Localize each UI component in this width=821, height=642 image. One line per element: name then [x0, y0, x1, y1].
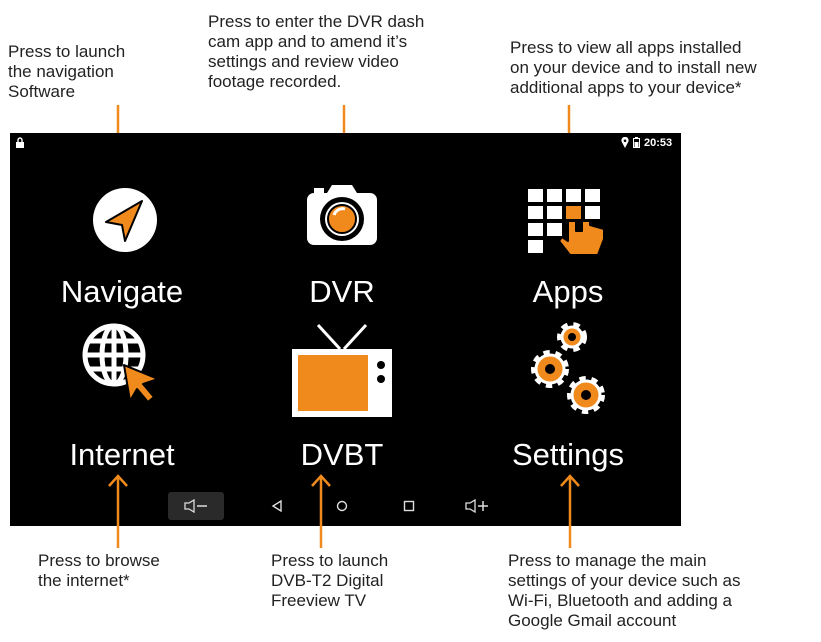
back-icon [271, 499, 282, 513]
app-label-dvr: DVR [309, 274, 375, 309]
tv-icon [292, 323, 392, 417]
gears-icon [531, 322, 605, 414]
callout-dvr: Press to enter the DVR dash cam app and … [208, 12, 425, 91]
app-dvbt[interactable]: DVBT [242, 319, 442, 479]
app-label-apps: Apps [532, 274, 604, 309]
home-button[interactable] [330, 492, 354, 520]
camera-icon [307, 185, 377, 245]
app-label-internet: Internet [69, 437, 175, 472]
app-apps[interactable]: Apps [468, 159, 668, 319]
navigation-arrow-icon [93, 188, 157, 252]
app-label-settings: Settings [511, 437, 624, 472]
app-label-dvbt: DVBT [300, 437, 384, 472]
app-dvr[interactable]: DVR [242, 159, 442, 319]
device-screen: 20:53 Navigate DVR Apps Internet DVBT Se… [10, 133, 681, 526]
callout-internet: Press to browse the internet* [38, 551, 160, 590]
arrow-dvbt [311, 474, 331, 548]
arrow-internet [108, 474, 128, 548]
recents-icon [403, 500, 415, 512]
app-grid-hand-icon [528, 189, 605, 256]
callout-dvbt: Press to launch DVB-T2 Digital Freeview … [271, 551, 389, 610]
location-icon [621, 137, 629, 148]
callout-navigate: Press to launch the navigation Software [8, 42, 126, 101]
lock-icon [16, 137, 24, 148]
globe-cursor-icon [82, 323, 159, 403]
status-time: 20:53 [644, 137, 673, 149]
app-settings[interactable]: Settings [468, 319, 668, 479]
battery-icon [633, 137, 640, 148]
status-bar: 20:53 [10, 133, 681, 153]
volume-down-button[interactable] [168, 492, 224, 520]
back-button[interactable] [265, 492, 289, 520]
volume-down-icon [184, 498, 207, 514]
app-label-navigate: Navigate [60, 274, 184, 309]
volume-up-icon [465, 498, 488, 514]
callout-apps: Press to view all apps installed on your… [510, 38, 757, 97]
arrow-settings [560, 474, 580, 548]
callout-settings: Press to manage the main settings of you… [508, 551, 741, 630]
app-internet[interactable]: Internet [22, 319, 222, 479]
volume-up-button[interactable] [457, 492, 497, 520]
home-icon [336, 500, 348, 512]
recents-button[interactable] [397, 492, 421, 520]
app-navigate[interactable]: Navigate [22, 159, 222, 319]
